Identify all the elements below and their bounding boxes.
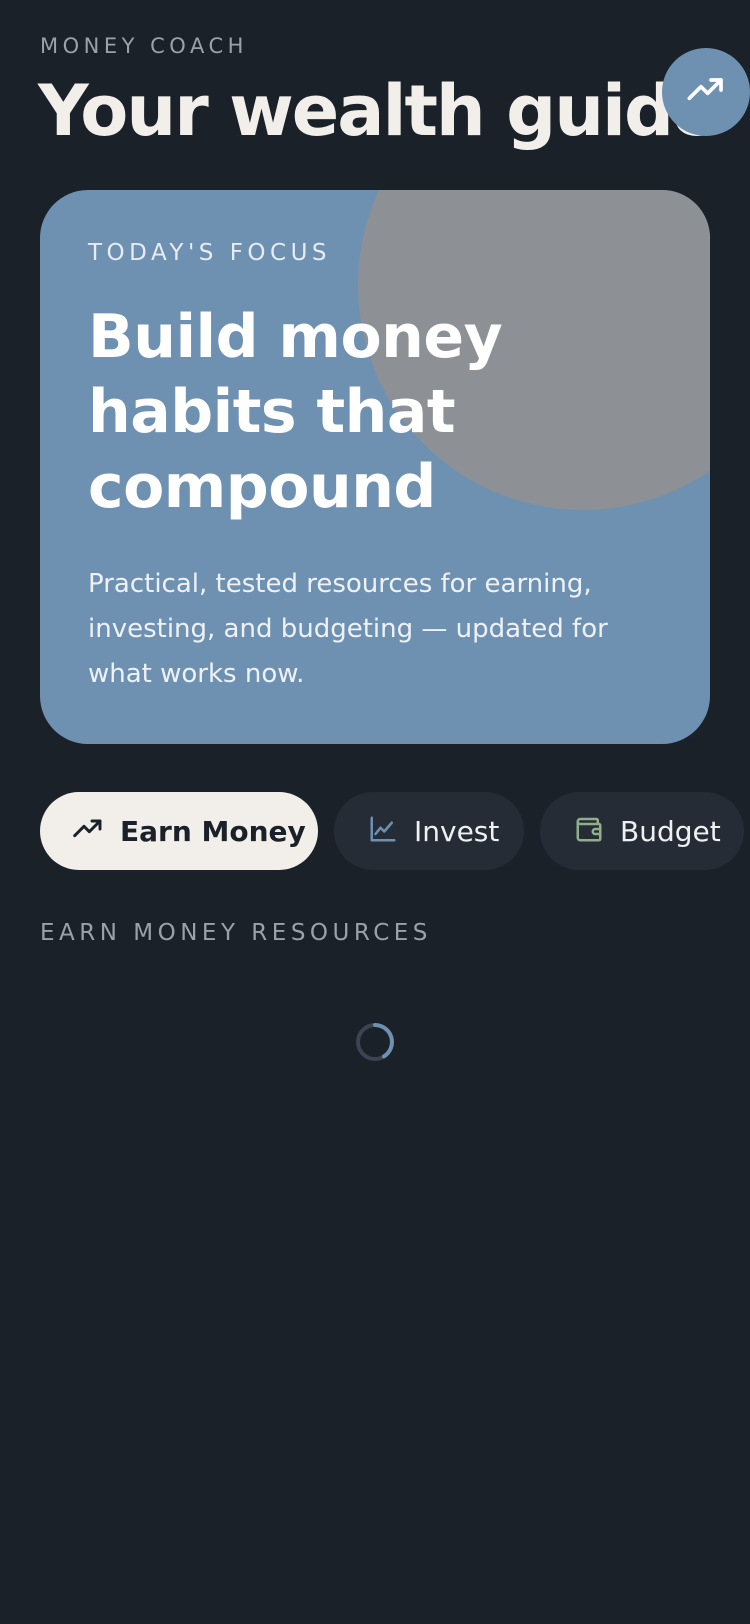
category-chip-earn-money[interactable]: Earn Money <box>40 792 318 870</box>
category-chip-budget[interactable]: Budget <box>540 792 744 870</box>
line-chart-icon <box>368 814 398 848</box>
section-label: EARN MONEY RESOURCES <box>40 920 432 946</box>
trending-up-icon <box>686 70 726 114</box>
wallet-icon <box>574 814 604 848</box>
chip-label-earn-money: Earn Money <box>120 814 306 848</box>
focus-eyebrow: TODAY'S FOCUS <box>88 240 332 266</box>
focus-card[interactable]: TODAY'S FOCUS Build money habits that co… <box>40 190 710 744</box>
trending-action-button[interactable] <box>662 48 750 136</box>
loading-spinner <box>355 1022 395 1062</box>
category-chip-invest[interactable]: Invest <box>334 792 524 870</box>
trending-up-icon <box>72 813 104 849</box>
focus-description: Practical, tested resources for earning,… <box>88 569 608 689</box>
page-title: Your wealth guide <box>38 70 720 152</box>
chip-label-invest: Invest <box>414 814 500 848</box>
header-eyebrow: MONEY COACH <box>40 34 248 58</box>
focus-title: Build money habits that compound <box>88 302 503 522</box>
chip-label-budget: Budget <box>620 814 721 848</box>
